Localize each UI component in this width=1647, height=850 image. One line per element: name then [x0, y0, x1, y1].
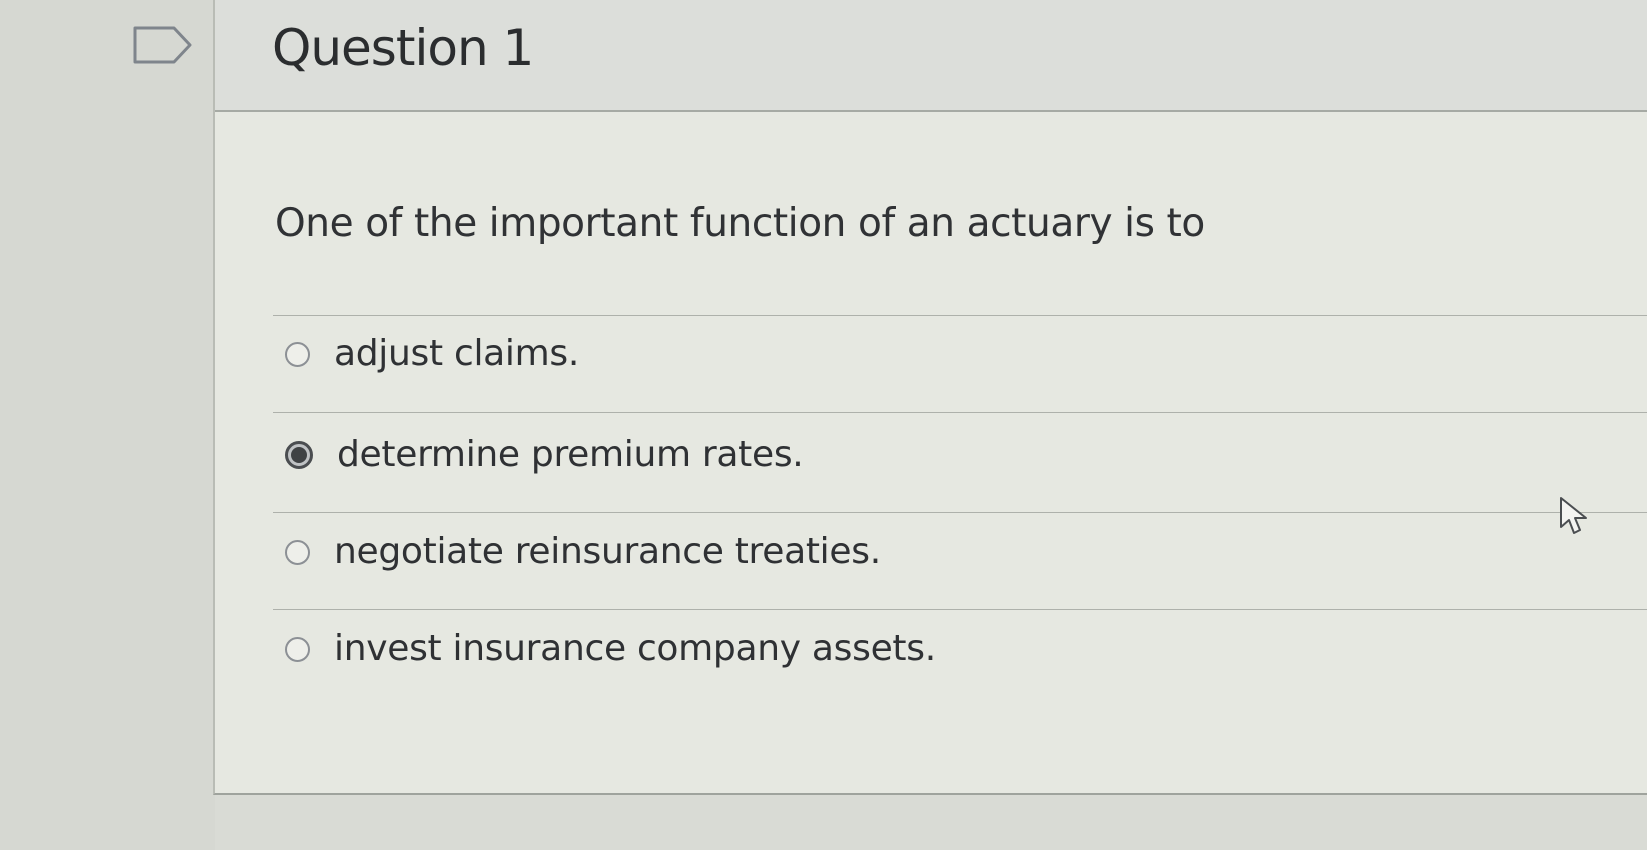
radio-button[interactable]	[285, 341, 310, 367]
question-card: Question 1 One of the important function…	[213, 0, 1647, 795]
answer-option-adjust-claims[interactable]: adjust claims.	[285, 332, 579, 376]
radio-button[interactable]	[285, 539, 310, 565]
answer-label: adjust claims.	[334, 333, 579, 374]
radio-dot	[291, 447, 307, 463]
question-prompt: One of the important function of an actu…	[275, 201, 1205, 246]
answer-option-negotiate-reinsurance-treaties[interactable]: negotiate reinsurance treaties.	[285, 530, 881, 574]
answer-option-invest-insurance-company-assets[interactable]: invest insurance company assets.	[285, 627, 936, 671]
radio-button[interactable]	[285, 636, 310, 662]
answer-divider	[273, 512, 1647, 513]
answer-divider	[273, 609, 1647, 610]
radio-button-selected[interactable]	[285, 441, 313, 469]
question-title: Question 1	[272, 19, 534, 77]
answer-label: invest insurance company assets.	[334, 628, 936, 669]
answer-label: negotiate reinsurance treaties.	[334, 531, 881, 572]
answer-divider	[273, 315, 1647, 316]
answer-label: determine premium rates.	[337, 434, 804, 475]
flag-outline-icon[interactable]	[133, 26, 193, 64]
answer-option-determine-premium-rates[interactable]: determine premium rates.	[285, 433, 804, 477]
question-header: Question 1	[215, 0, 1647, 112]
mouse-pointer-icon	[1560, 497, 1587, 534]
left-gutter	[0, 0, 215, 850]
answer-divider	[273, 412, 1647, 413]
